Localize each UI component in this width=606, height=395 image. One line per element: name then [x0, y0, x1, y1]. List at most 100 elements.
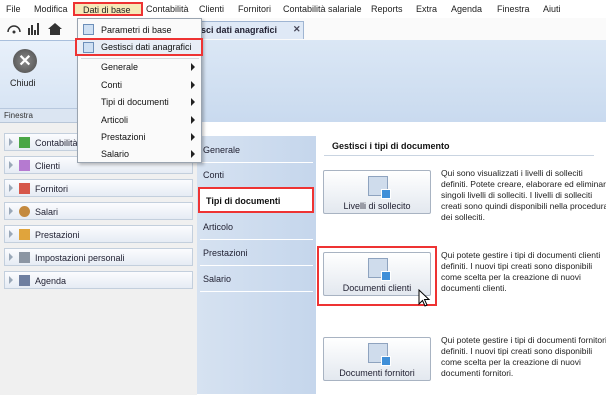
expand-arrow-icon[interactable]: [9, 184, 13, 192]
nav-item-label: Prestazioni: [35, 230, 80, 240]
menu-item-label: Prestazioni: [101, 132, 146, 142]
clients-icon: [19, 160, 30, 171]
reminder-levels-icon: [368, 176, 391, 199]
category-item-label: Articolo: [203, 222, 234, 232]
menu-item-label: Articoli: [101, 115, 129, 125]
menu-contabilita[interactable]: Contabilità: [146, 4, 189, 14]
nav-item-impostazioni-personali[interactable]: Impostazioni personali: [4, 248, 193, 266]
calendar-icon: [19, 275, 30, 286]
menu-agenda[interactable]: Agenda: [451, 4, 482, 14]
category-item-prestazioni[interactable]: Prestazioni: [200, 241, 313, 266]
expand-arrow-icon[interactable]: [9, 276, 13, 284]
title-divider: [324, 155, 594, 156]
nav-item-label: Clienti: [35, 161, 61, 171]
menu-item-gestisci-dati-anagrafici[interactable]: Gestisci dati anagrafici: [75, 38, 203, 56]
menu-item-label: Salario: [101, 149, 130, 159]
quick-toolbar-icons: [7, 23, 62, 35]
nav-item-salari[interactable]: Salari: [4, 202, 193, 220]
category-item-label: Conti: [203, 170, 225, 180]
livelli-di-sollecito-button[interactable]: Livelli di sollecito: [323, 170, 431, 214]
mouse-cursor-icon: [418, 289, 431, 307]
submenu-arrow-icon: [191, 98, 195, 106]
expand-arrow-icon[interactable]: [9, 253, 13, 261]
gauge-icon[interactable]: [7, 25, 21, 34]
ribbon-right-area: [197, 40, 606, 122]
menu-file[interactable]: File: [6, 4, 21, 14]
menu-item-generale[interactable]: Generale: [78, 58, 200, 75]
menu-item-conti[interactable]: Conti: [78, 76, 200, 93]
close-button-label: Chiudi: [10, 78, 36, 88]
nav-item-label: Contabilità: [35, 138, 78, 148]
category-item-salario[interactable]: Salario: [200, 267, 313, 292]
menu-item-parametri-di-base[interactable]: Parametri di base: [78, 21, 200, 38]
menu-reports[interactable]: Reports: [371, 4, 403, 14]
category-item-tipi-di-documenti[interactable]: Tipi di documenti: [198, 187, 314, 213]
home-icon[interactable]: [48, 23, 62, 35]
master-data-icon: [83, 42, 94, 53]
submenu-arrow-icon: [191, 63, 195, 71]
ledger-icon: [19, 137, 30, 148]
menu-item-label: Parametri di base: [101, 25, 172, 35]
category-panel-header: [197, 122, 316, 136]
submenu-arrow-icon: [191, 116, 195, 124]
nav-item-label: Agenda: [35, 276, 67, 286]
menu-dati-di-base[interactable]: Dati di base: [73, 2, 143, 16]
content-title: Gestisci i tipi di documento: [332, 141, 450, 151]
category-item-articolo[interactable]: Articolo: [200, 215, 313, 240]
expand-arrow-icon[interactable]: [9, 138, 13, 146]
client-documents-icon: [368, 258, 391, 281]
category-item-generale[interactable]: Generale: [200, 138, 313, 163]
close-icon[interactable]: ✕: [13, 49, 37, 73]
settings-icon: [19, 252, 30, 263]
services-icon: [19, 229, 30, 240]
nav-item-label: Impostazioni personali: [35, 253, 125, 263]
menu-item-articoli[interactable]: Articoli: [78, 111, 200, 128]
menu-item-label: Generale: [101, 62, 139, 72]
documenti-clienti-button[interactable]: Documenti clienti: [323, 252, 431, 296]
menu-clienti[interactable]: Clienti: [199, 4, 224, 14]
menu-item-label: Conti: [101, 80, 123, 90]
category-item-label: Generale: [203, 145, 241, 155]
submenu-arrow-icon: [191, 81, 195, 89]
menu-item-prestazioni[interactable]: Prestazioni: [78, 128, 200, 145]
menu-contabilita-salariale[interactable]: Contabilità salariale: [283, 4, 362, 14]
category-item-label: Prestazioni: [203, 248, 248, 258]
menu-aiuti[interactable]: Aiuti: [543, 4, 561, 14]
bar-chart-icon[interactable]: [28, 23, 39, 35]
close-tab-icon[interactable]: ✕: [293, 24, 301, 35]
salary-icon: [19, 206, 30, 217]
documenti-fornitori-description: Qui potete gestire i tipi di documenti f…: [441, 335, 606, 378]
livelli-di-sollecito-description: Qui sono visualizzati i livelli di solle…: [441, 168, 606, 222]
suppliers-icon: [19, 183, 30, 194]
submenu-arrow-icon: [191, 133, 195, 141]
menu-item-label: Gestisci dati anagrafici: [101, 42, 192, 52]
menu-finestra[interactable]: Finestra: [497, 4, 530, 14]
nav-item-agenda[interactable]: Agenda: [4, 271, 193, 289]
document-tab[interactable]: sci dati anagrafici ✕: [196, 21, 304, 39]
menu-dati-di-base-label: Dati di base: [83, 5, 131, 15]
expand-arrow-icon[interactable]: [9, 161, 13, 169]
expand-arrow-icon[interactable]: [9, 230, 13, 238]
submenu-arrow-icon: [191, 150, 195, 158]
nav-item-label: Salari: [35, 207, 59, 217]
document-tab-label: sci dati anagrafici: [201, 25, 278, 35]
menu-bar: File Modifica Dati di base Contabilità C…: [0, 0, 606, 18]
nav-item-prestazioni[interactable]: Prestazioni: [4, 225, 193, 243]
ribbon-group-finestra: Finestra: [4, 111, 33, 120]
button-label: Documenti fornitori: [339, 368, 415, 378]
documenti-clienti-description: Qui potete gestire i tipi di documenti c…: [441, 250, 601, 293]
nav-item-fornitori[interactable]: Fornitori: [4, 179, 193, 197]
nav-item-label: Fornitori: [35, 184, 69, 194]
menu-item-tipi-di-documenti[interactable]: Tipi di documenti: [78, 93, 200, 110]
menu-modifica[interactable]: Modifica: [34, 4, 68, 14]
documenti-fornitori-button[interactable]: Documenti fornitori: [323, 337, 431, 381]
category-item-conti[interactable]: Conti: [200, 163, 313, 188]
parameters-icon: [83, 24, 94, 35]
menu-item-salario[interactable]: Salario: [78, 145, 200, 162]
menu-extra[interactable]: Extra: [416, 4, 437, 14]
button-label: Livelli di sollecito: [343, 201, 411, 211]
expand-arrow-icon[interactable]: [9, 207, 13, 215]
category-item-label: Salario: [203, 274, 232, 284]
button-label: Documenti clienti: [342, 283, 412, 293]
menu-fornitori[interactable]: Fornitori: [238, 4, 271, 14]
